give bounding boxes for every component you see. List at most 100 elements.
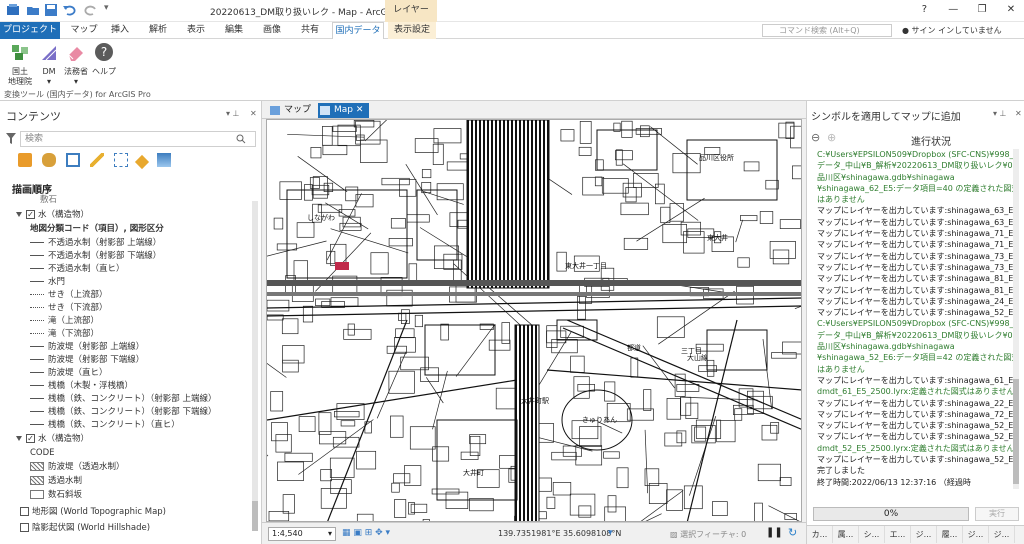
close-icon[interactable]: ✕ bbox=[998, 0, 1024, 20]
list-by-source-icon[interactable] bbox=[41, 153, 56, 167]
tab-map[interactable]: マップ bbox=[68, 22, 100, 39]
building bbox=[757, 463, 781, 482]
building bbox=[577, 296, 586, 320]
tab-map-view-1[interactable]: マップ bbox=[268, 103, 318, 118]
forward-icon[interactable]: ⊕ bbox=[827, 131, 836, 144]
map-canvas[interactable]: 東大井一丁目 大井町駅 大井町 三丁目 東大井 品川区役所 都道 しながわ きゅ… bbox=[267, 120, 802, 522]
map-label: 大井町駅 bbox=[521, 396, 549, 405]
layer-water-structure-2[interactable]: ✓ 水（構造物） bbox=[16, 433, 89, 446]
log-line: マップにレイヤーを出力しています:shinagawa_71_E2 bbox=[817, 229, 1015, 239]
layer-visibility-checkbox[interactable] bbox=[20, 507, 29, 516]
pane-tab[interactable]: エ... bbox=[885, 526, 911, 543]
map-tools-icons[interactable]: ▦ ▣ ⊞ ✥ ▾ bbox=[342, 528, 390, 538]
close-pane-icon[interactable]: ✕ bbox=[1015, 109, 1022, 118]
contents-pane: コンテンツ ▾ ⊥ ✕ 検索 描画順序 敷石 ✓ 水（構造物） 地図分類コード（項… bbox=[0, 101, 262, 544]
list-by-editing-icon[interactable] bbox=[89, 153, 104, 167]
tab-map-view-2[interactable]: Map ✕ bbox=[318, 103, 370, 118]
command-search-input[interactable]: コマンド検索 (Alt+Q) bbox=[762, 24, 892, 37]
list-by-labeling-icon[interactable] bbox=[135, 154, 150, 170]
expand-icon[interactable] bbox=[16, 212, 22, 217]
tab-insert[interactable]: 挿入 bbox=[104, 22, 136, 39]
list-by-drawing-order-icon[interactable] bbox=[18, 153, 32, 167]
save-icon[interactable] bbox=[44, 3, 58, 17]
tab-project[interactable]: プロジェクト bbox=[0, 22, 60, 39]
tab-analysis[interactable]: 解析 bbox=[142, 22, 174, 39]
legend-item: 滝（下流部） bbox=[30, 328, 99, 341]
filter-icon[interactable] bbox=[6, 133, 16, 145]
building bbox=[356, 450, 377, 470]
legend-label: 不透過水制（射影部 下端線） bbox=[48, 251, 162, 261]
pane-tab[interactable]: ジ... bbox=[989, 526, 1015, 543]
tab-imagery[interactable]: 画像 bbox=[256, 22, 288, 39]
layer-name: 地形図 (World Topographic Map) bbox=[32, 507, 166, 517]
basemap-hillshade[interactable]: 陰影起伏図 (World Hillshade) bbox=[20, 522, 150, 535]
pane-tab[interactable]: カ... bbox=[807, 526, 833, 543]
log-line: マップにレイヤーを出力しています:shinagawa_63_E2 bbox=[817, 206, 1015, 216]
pane-tab[interactable]: ジ... bbox=[963, 526, 989, 543]
layer-visibility-checkbox[interactable]: ✓ bbox=[26, 434, 35, 443]
ribbon: 国土 地理院 DM ▾ 法務省 ▾ ? ヘルプ 変換ツール (国内データ) fo… bbox=[0, 39, 1024, 101]
list-by-perspective-icon[interactable] bbox=[157, 153, 172, 167]
refresh-icon[interactable]: ↻ bbox=[788, 526, 797, 539]
contents-search-input[interactable]: 検索 bbox=[20, 131, 256, 147]
building bbox=[370, 252, 389, 275]
legend-item: せき（上流部） bbox=[30, 289, 108, 302]
close-pane-icon[interactable]: ✕ bbox=[250, 109, 257, 118]
legend-item: 桟橋（鉄、コンクリート）（射影部 下端線） bbox=[30, 406, 216, 419]
close-tab-icon[interactable]: ✕ bbox=[356, 105, 364, 115]
run-button[interactable]: 実行 bbox=[975, 507, 1019, 521]
search-icon[interactable] bbox=[236, 134, 246, 144]
tab-edit[interactable]: 編集 bbox=[218, 22, 250, 39]
pause-icon[interactable]: ❚❚ bbox=[766, 527, 783, 538]
legend-symbol bbox=[30, 490, 44, 499]
pin-icon[interactable]: ▾ ⊥ bbox=[226, 109, 240, 118]
undo-icon[interactable] bbox=[62, 3, 76, 17]
restore-icon[interactable]: ❐ bbox=[969, 0, 995, 20]
back-icon[interactable]: ⊖ bbox=[811, 131, 820, 144]
tab-display-settings[interactable]: 表示設定 bbox=[388, 22, 436, 39]
customize-quick-access-icon[interactable]: ▾ bbox=[104, 3, 118, 17]
expand-icon[interactable] bbox=[16, 436, 22, 441]
contents-scrollbar[interactable] bbox=[252, 201, 258, 531]
tab-domestic-data[interactable]: 国内データ bbox=[332, 22, 384, 39]
layer-water-structure-1[interactable]: ✓ 水（構造物） bbox=[16, 209, 89, 222]
basemap-topographic[interactable]: 地形図 (World Topographic Map) bbox=[20, 506, 166, 519]
redo-icon[interactable] bbox=[84, 3, 98, 17]
legend-label: 透過水制 bbox=[48, 476, 83, 486]
list-by-selection-icon[interactable] bbox=[65, 153, 80, 167]
layer-visibility-checkbox[interactable] bbox=[20, 523, 29, 532]
sign-in-status[interactable]: ● サイン インしていません bbox=[902, 25, 1002, 36]
building bbox=[712, 501, 728, 516]
minimize-icon[interactable]: — bbox=[940, 0, 966, 20]
help-button[interactable]: ? bbox=[911, 0, 937, 20]
log-line: 終了時間:2022/06/13 12:37:16 （経過時 bbox=[817, 477, 971, 487]
pane-tab[interactable]: ジ... bbox=[911, 526, 937, 543]
user-icon: ● bbox=[902, 26, 909, 35]
gp-log-scrollbar[interactable] bbox=[1013, 149, 1019, 489]
log-line: マップにレイヤーを出力しています:shinagawa_52_E2 bbox=[817, 421, 1015, 431]
help-ribbon-button[interactable]: ? ヘルプ bbox=[92, 42, 116, 77]
scale-value: 1:4,540 bbox=[272, 529, 303, 538]
gsi-button[interactable]: 国土 地理院 bbox=[6, 42, 34, 87]
pane-tab[interactable]: 属... bbox=[833, 526, 859, 543]
pane-tab[interactable]: 履... bbox=[937, 526, 963, 543]
scale-selector[interactable]: 1:4,540 ▾ bbox=[268, 527, 336, 541]
coordinate-system-icon[interactable]: ▾ bbox=[608, 528, 613, 538]
dm-button[interactable]: DM ▾ bbox=[36, 42, 62, 87]
building bbox=[406, 214, 430, 223]
scrollbar-thumb[interactable] bbox=[1013, 379, 1019, 484]
gsi-icon bbox=[12, 45, 28, 60]
tab-share[interactable]: 共有 bbox=[294, 22, 326, 39]
tab-view[interactable]: 表示 bbox=[180, 22, 212, 39]
building bbox=[578, 146, 592, 156]
open-project-icon[interactable] bbox=[26, 3, 40, 17]
pane-tab[interactable]: シ... bbox=[859, 526, 885, 543]
pin-icon[interactable]: ▾ ⊥ bbox=[993, 109, 1007, 118]
street bbox=[267, 454, 269, 457]
list-by-snapping-icon[interactable] bbox=[113, 153, 128, 167]
layer-visibility-checkbox[interactable]: ✓ bbox=[26, 210, 35, 219]
legend-item: 数石斜坂 bbox=[30, 489, 82, 502]
map-view[interactable]: 東大井一丁目 大井町駅 大井町 三丁目 東大井 品川区役所 都道 しながわ きゅ… bbox=[266, 119, 802, 522]
moj-button[interactable]: 法務省 ▾ bbox=[62, 42, 90, 87]
scrollbar-thumb[interactable] bbox=[252, 501, 258, 531]
